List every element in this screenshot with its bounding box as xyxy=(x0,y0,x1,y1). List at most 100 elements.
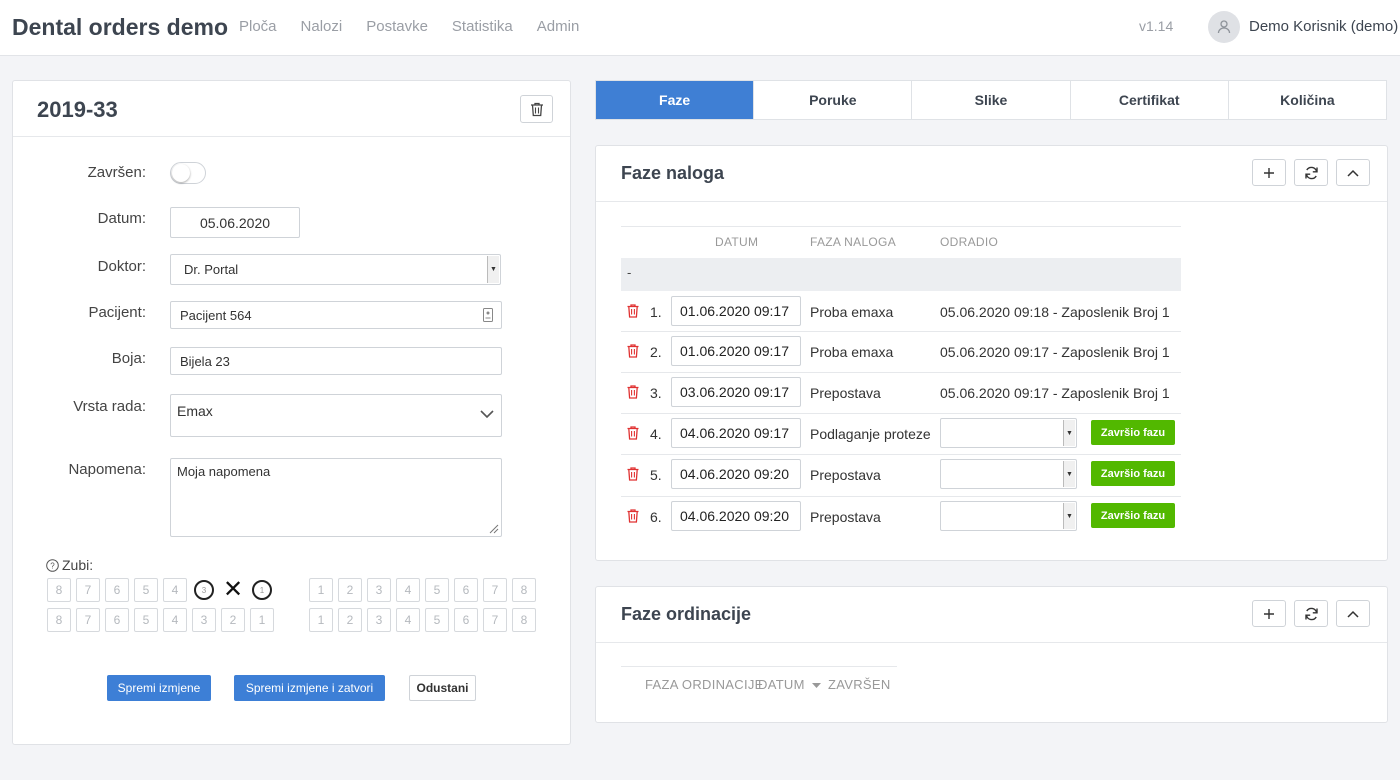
napomena-textarea[interactable]: Moja napomena xyxy=(170,458,502,537)
tooth[interactable]: 6 xyxy=(454,578,478,602)
tooth-selected[interactable]: 1 xyxy=(250,578,274,602)
zavrsen-toggle[interactable] xyxy=(170,162,206,184)
phase-row-number: 3. xyxy=(650,385,662,401)
app-title[interactable]: Dental orders demo xyxy=(12,14,228,41)
datum-input[interactable]: 05.06.2020 xyxy=(170,207,300,238)
tab-faze[interactable]: Faze xyxy=(596,81,754,119)
boja-input[interactable]: Bijela 23 xyxy=(170,347,502,375)
delete-phase-button[interactable] xyxy=(626,466,640,482)
tab-slike[interactable]: Slike xyxy=(911,81,1069,119)
tooth[interactable]: 1 xyxy=(250,608,274,632)
tooth[interactable]: 6 xyxy=(454,608,478,632)
tooth[interactable]: 1 xyxy=(309,578,333,602)
plus-icon xyxy=(1264,608,1274,619)
tooth[interactable]: 7 xyxy=(76,608,100,632)
tooth[interactable]: 5 xyxy=(134,578,158,602)
column-header-datum-sortable[interactable]: DATUM xyxy=(758,677,821,692)
tooth[interactable]: 4 xyxy=(396,608,420,632)
table-top-border xyxy=(621,666,897,667)
finish-phase-button[interactable]: Završio fazu xyxy=(1091,461,1175,486)
tab-certifikat[interactable]: Certifikat xyxy=(1069,81,1228,119)
tooth[interactable]: 8 xyxy=(512,608,536,632)
nav-item-admin[interactable]: Admin xyxy=(537,18,580,35)
add-clinic-phase-button[interactable] xyxy=(1252,600,1286,627)
delete-phase-button[interactable] xyxy=(626,384,640,400)
tooth[interactable]: 5 xyxy=(134,608,158,632)
label-vrsta-rada: Vrsta rada: xyxy=(73,398,146,415)
tooth[interactable]: 3 xyxy=(367,608,391,632)
phase-date-input[interactable]: 03.06.2020 09:17 xyxy=(671,377,801,407)
collapse-clinic-phases-button[interactable] xyxy=(1336,600,1370,627)
tooth-selected[interactable]: 3 xyxy=(192,578,216,602)
dropdown-arrow-icon: ▼ xyxy=(1063,420,1075,446)
tooth[interactable]: 2 xyxy=(221,608,245,632)
tooth[interactable]: 8 xyxy=(47,578,71,602)
delete-phase-button[interactable] xyxy=(626,303,640,319)
user-name[interactable]: Demo Korisnik (demo) xyxy=(1249,18,1398,35)
phase-date-input[interactable]: 01.06.2020 09:17 xyxy=(671,296,801,326)
nav-item-ploca[interactable]: Ploča xyxy=(239,18,277,35)
refresh-clinic-phases-button[interactable] xyxy=(1294,600,1328,627)
contact-card-icon[interactable] xyxy=(483,308,493,322)
tooth[interactable]: 2 xyxy=(338,578,362,602)
nav-item-statistika[interactable]: Statistika xyxy=(452,18,513,35)
add-phase-button[interactable] xyxy=(1252,159,1286,186)
collapse-phases-button[interactable] xyxy=(1336,159,1370,186)
tooth[interactable]: 3 xyxy=(367,578,391,602)
vrsta-rada-select[interactable]: Emax xyxy=(170,394,502,437)
employee-select[interactable]: ▼ xyxy=(940,459,1077,489)
finish-phase-button[interactable]: Završio fazu xyxy=(1091,503,1175,528)
tooth[interactable]: 5 xyxy=(425,578,449,602)
label-doktor: Doktor: xyxy=(97,258,146,275)
phase-date-input[interactable]: 04.06.2020 09:17 xyxy=(671,418,801,448)
tooth[interactable]: 4 xyxy=(163,608,187,632)
tooth[interactable]: 8 xyxy=(47,608,71,632)
tooth[interactable]: 3 xyxy=(192,608,216,632)
faze-naloga-panel: Faze naloga DATUM FAZA NALOGA ODRADIO - … xyxy=(595,145,1388,561)
delete-phase-button[interactable] xyxy=(626,508,640,524)
phase-date-input[interactable]: 04.06.2020 09:20 xyxy=(671,501,801,531)
tooth-missing-icon[interactable]: ✕ xyxy=(221,578,245,602)
dropdown-arrow-icon: ▼ xyxy=(487,256,499,283)
finish-phase-button[interactable]: Završio fazu xyxy=(1091,420,1175,445)
order-number: 2019-33 xyxy=(37,97,118,122)
phase-date-input[interactable]: 01.06.2020 09:17 xyxy=(671,336,801,366)
label-pacijent: Pacijent: xyxy=(88,304,146,321)
nav-item-postavke[interactable]: Postavke xyxy=(366,18,428,35)
tab-poruke[interactable]: Poruke xyxy=(753,81,911,119)
tooth-number: 3 xyxy=(194,580,214,600)
tooth[interactable]: 2 xyxy=(338,608,362,632)
faze-ordinacije-header: Faze ordinacije xyxy=(596,587,1387,643)
resize-handle-icon[interactable] xyxy=(488,523,499,534)
tooth[interactable]: 8 xyxy=(512,578,536,602)
tooth[interactable]: 7 xyxy=(483,578,507,602)
row-divider xyxy=(621,331,1181,332)
tooth[interactable]: 7 xyxy=(483,608,507,632)
delete-order-button[interactable] xyxy=(520,95,553,123)
tooth[interactable]: 6 xyxy=(105,608,129,632)
save-button[interactable]: Spremi izmjene xyxy=(107,675,211,701)
tooth[interactable]: 6 xyxy=(105,578,129,602)
tooth[interactable]: 5 xyxy=(425,608,449,632)
chevron-down-icon xyxy=(480,410,494,419)
pacijent-input[interactable]: Pacijent 564 xyxy=(170,301,502,329)
tooth[interactable]: 7 xyxy=(76,578,100,602)
tooth[interactable]: 4 xyxy=(396,578,420,602)
delete-phase-button[interactable] xyxy=(626,425,640,441)
tooth[interactable]: 1 xyxy=(309,608,333,632)
phase-date-input[interactable]: 04.06.2020 09:20 xyxy=(671,459,801,489)
tab-kolicina[interactable]: Količina xyxy=(1227,81,1386,119)
nav-item-nalozi[interactable]: Nalozi xyxy=(301,18,343,35)
cancel-button[interactable]: Odustani xyxy=(409,675,476,701)
refresh-phases-button[interactable] xyxy=(1294,159,1328,186)
save-and-close-button[interactable]: Spremi izmjene i zatvori xyxy=(234,675,385,701)
employee-select[interactable]: ▼ xyxy=(940,418,1077,448)
dropdown-arrow-icon: ▼ xyxy=(1063,461,1075,487)
row-divider xyxy=(621,372,1181,373)
user-avatar-icon[interactable] xyxy=(1208,11,1240,43)
help-icon[interactable]: ? xyxy=(46,558,59,572)
doktor-select[interactable]: Dr. Portal ▼ xyxy=(170,254,501,285)
delete-phase-button[interactable] xyxy=(626,343,640,359)
employee-select[interactable]: ▼ xyxy=(940,501,1077,531)
tooth[interactable]: 4 xyxy=(163,578,187,602)
